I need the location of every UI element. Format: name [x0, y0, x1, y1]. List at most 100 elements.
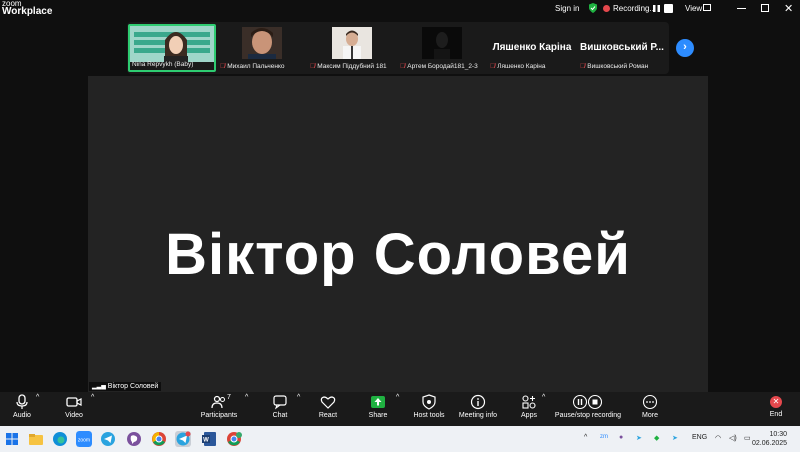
telegram-tray-icon[interactable]: ➤	[636, 434, 642, 442]
zoom-app-icon[interactable]: zoom	[76, 431, 92, 447]
tray-overflow-icon[interactable]: ^	[584, 434, 587, 441]
system-clock[interactable]: 10:30 02.06.2025	[752, 430, 788, 448]
zoom-tray-icon[interactable]: zm	[600, 434, 608, 440]
video-label: Video	[65, 412, 83, 419]
participants-options-caret-icon[interactable]: ^	[245, 394, 248, 401]
apps-label: Apps	[521, 412, 537, 419]
participant-thumb[interactable]: Вишковський Р... 🎙̸ Вишковський Роман	[578, 24, 666, 72]
meeting-info-button[interactable]: Meeting info	[456, 394, 500, 419]
chrome-profile-icon[interactable]	[226, 431, 242, 447]
chat-button[interactable]: Chat	[266, 394, 294, 419]
more-button[interactable]: More	[637, 394, 663, 419]
participants-button[interactable]: 7 Participants	[198, 394, 240, 419]
participant-display-name: Вишковський Р...	[580, 42, 664, 53]
share-options-caret-icon[interactable]: ^	[396, 394, 399, 401]
brand-line-2: Workplace	[2, 6, 53, 17]
react-button[interactable]: React	[314, 394, 342, 419]
participant-name: 🎙̸ Артем Бородай181_2-3	[400, 63, 486, 70]
participant-name: 🎙̸ Ляшенко Каріна	[490, 63, 576, 70]
telegram-icon[interactable]	[100, 431, 116, 447]
host-tools-button[interactable]: Host tools	[410, 394, 448, 419]
close-icon[interactable]: ✕	[784, 2, 793, 15]
viber-icon[interactable]	[126, 431, 142, 447]
chrome-icon[interactable]	[151, 431, 167, 447]
wifi-icon[interactable]: ◠	[715, 434, 721, 442]
info-icon	[470, 394, 486, 410]
shield-check-icon[interactable]	[588, 3, 598, 13]
chat-icon	[273, 395, 287, 410]
audio-label: Audio	[13, 412, 31, 419]
share-screen-icon	[371, 396, 385, 408]
recording-status: Recording...	[613, 4, 657, 13]
stop-recording-icon[interactable]	[664, 4, 673, 13]
battery-icon[interactable]: ▭	[744, 434, 751, 442]
video-options-caret-icon[interactable]: ^	[91, 394, 94, 401]
apps-options-caret-icon[interactable]: ^	[542, 394, 545, 401]
maximize-icon[interactable]	[761, 4, 769, 12]
speaker-name-tag: ▂▃▅ Віктор Соловей	[89, 382, 162, 391]
participant-name-text: Вишковський Роман	[587, 63, 649, 70]
chat-options-caret-icon[interactable]: ^	[297, 394, 300, 401]
muted-mic-icon: 🎙̸	[490, 63, 496, 70]
view-button[interactable]: View	[685, 4, 702, 13]
participants-label: Participants	[200, 412, 238, 419]
muted-mic-icon: 🎙̸	[400, 63, 406, 70]
more-label: More	[642, 412, 658, 419]
share-button[interactable]: Share	[364, 394, 392, 419]
audio-button[interactable]: Audio	[8, 394, 36, 419]
participant-name-text: Ляшенко Каріна	[497, 63, 546, 70]
zoom-logo: zoom Workplace	[2, 0, 52, 17]
participant-name-text: Михаил Пальченко	[227, 63, 285, 70]
viber-tray-icon[interactable]: ●	[619, 434, 623, 441]
participants-icon	[211, 395, 225, 409]
participant-name: 🎙̸ Михаил Пальченко	[220, 63, 306, 70]
video-button[interactable]: Video	[60, 394, 88, 419]
shield-tray-icon[interactable]: ◆	[654, 434, 659, 442]
pause-stop-recording-button[interactable]: Pause/stop recording	[554, 394, 622, 419]
grid-view-icon[interactable]	[703, 4, 711, 11]
telegram-tray-icon-2[interactable]: ➤	[672, 434, 678, 442]
volume-icon[interactable]: ◁)	[729, 434, 737, 442]
participant-thumb[interactable]: 🎙̸ Артем Бородай181_2-3	[398, 24, 486, 72]
windows-start-icon[interactable]	[4, 431, 20, 447]
more-dots-icon	[642, 394, 658, 410]
participant-name-text: Максим Піддубний 181	[317, 63, 387, 70]
participant-video	[332, 27, 372, 59]
svg-text:zoom: zoom	[78, 438, 90, 444]
shield-icon	[422, 394, 436, 410]
participant-video	[422, 27, 462, 59]
sign-in-link[interactable]: Sign in	[555, 4, 579, 13]
participant-name: 🎙̸ Вишковський Роман	[580, 63, 666, 70]
react-label: React	[318, 412, 338, 419]
meeting-toolbar: Audio ^ Video ^ 7 Participants ^ Chat ^	[0, 392, 800, 426]
minimize-icon[interactable]	[737, 8, 746, 9]
participant-thumb[interactable]: 🎙̸ Михаил Пальченко	[218, 24, 306, 72]
participant-thumb[interactable]: Nina Repvykh (Baby)	[128, 24, 216, 72]
file-explorer-icon[interactable]	[28, 431, 44, 447]
word-icon[interactable]: W	[201, 431, 217, 447]
speaker-tag-text: Віктор Соловей	[107, 383, 159, 390]
participant-name: 🎙̸ Максим Піддубний 181	[310, 63, 396, 70]
apps-button[interactable]: Apps	[516, 394, 542, 419]
pause-stop-label: Pause/stop recording	[554, 412, 622, 419]
participant-video	[130, 26, 214, 62]
edge-browser-icon[interactable]	[52, 431, 68, 447]
apps-icon	[522, 395, 536, 409]
next-page-arrow-icon[interactable]: ›	[676, 39, 694, 57]
telegram-active-icon[interactable]	[175, 431, 191, 447]
end-label: End	[769, 411, 783, 418]
participant-thumb[interactable]: Ляшенко Каріна 🎙̸ Ляшенко Каріна	[488, 24, 576, 72]
clock-time: 10:30	[769, 431, 788, 438]
participant-video	[242, 27, 282, 59]
svg-text:W: W	[203, 438, 209, 444]
muted-mic-icon: 🎙̸	[580, 63, 586, 70]
audio-options-caret-icon[interactable]: ^	[36, 394, 39, 401]
active-speaker-view: Віктор Соловей ▂▃▅ Віктор Соловей	[88, 76, 708, 392]
pause-recording-icon[interactable]	[652, 4, 661, 13]
end-meeting-button[interactable]: ✕ End	[764, 394, 788, 418]
muted-mic-icon: 🎙̸	[310, 63, 316, 70]
recording-dot-icon	[603, 5, 610, 12]
participant-thumb[interactable]: 🎙̸ Максим Піддубний 181	[308, 24, 396, 72]
language-indicator[interactable]: ENG	[692, 434, 707, 441]
title-bar: zoom Workplace Sign in Recording... View…	[0, 0, 800, 18]
